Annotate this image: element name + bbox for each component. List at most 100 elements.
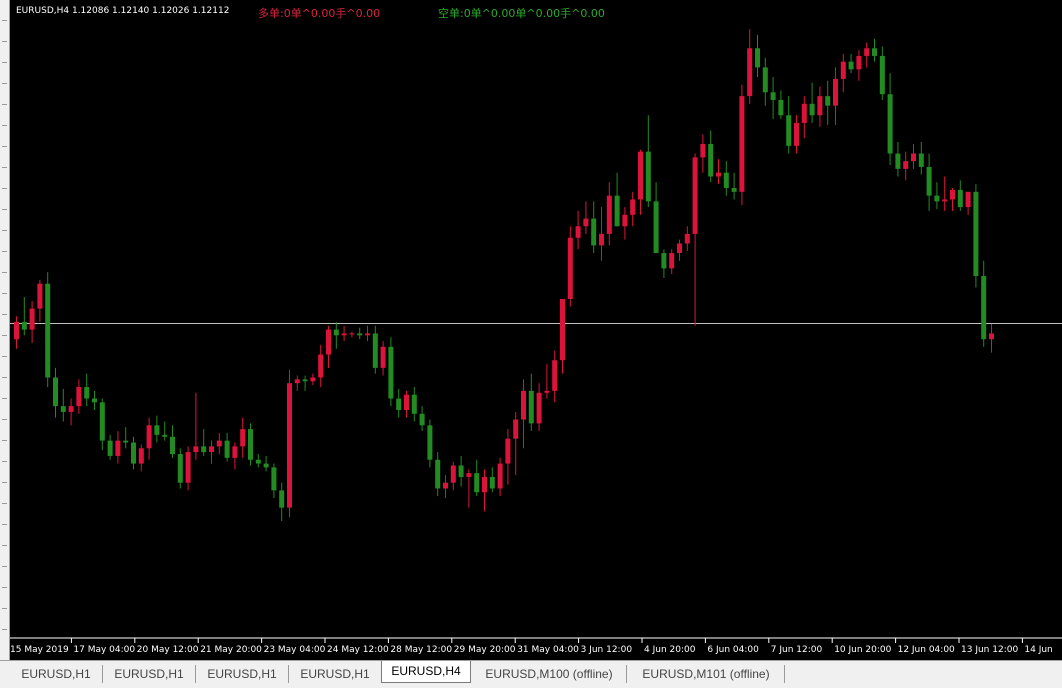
candle-body (170, 436, 175, 455)
x-axis-label: 7 Jun 12:00 (771, 645, 823, 655)
candle (37, 279, 43, 322)
candle-body (911, 153, 916, 162)
candle-body (731, 187, 737, 192)
candle (146, 417, 152, 460)
ruler-tick (2, 167, 7, 168)
candle-body (318, 354, 324, 378)
candle (817, 86, 823, 127)
candle (497, 457, 503, 497)
candle (76, 379, 82, 414)
tab-eurusd-h1-2[interactable]: EURUSD,H1 (103, 665, 196, 683)
x-axis-label: 24 May 12:00 (327, 645, 389, 655)
candle (60, 388, 66, 422)
candle (950, 187, 955, 211)
candle-body (14, 321, 19, 340)
candle (287, 369, 292, 518)
candle (552, 350, 558, 403)
candle-body (575, 226, 581, 238)
candle-body (505, 438, 511, 464)
candle (482, 469, 487, 512)
candle-body (489, 476, 495, 489)
candle-body (372, 333, 378, 368)
tab-eurusd-m100-offline[interactable]: EURUSD,M100 (offline) (472, 665, 627, 683)
candle (684, 226, 690, 252)
candle-body (723, 172, 729, 188)
candle-body (76, 387, 82, 407)
candle (864, 42, 870, 68)
candle (294, 375, 300, 391)
candle-body (770, 92, 776, 100)
candle-body (544, 390, 550, 393)
candle (14, 316, 19, 349)
candle-body (817, 96, 823, 116)
candle (926, 153, 932, 211)
candlestick-chart: 15 May 2019 17 May 04:00 20 May 12:00 21 Ma… (10, 29, 1062, 655)
candle-body (224, 440, 230, 458)
candle-body (216, 440, 222, 447)
candle (723, 161, 729, 196)
candle-body (918, 153, 924, 167)
candle (583, 201, 589, 234)
long-positions-info: 多单:0单^0.00手^0.00 (258, 7, 381, 20)
candle (661, 249, 667, 278)
chart-area[interactable]: 15 May 2019 17 May 04:00 20 May 12:00 21 Ma… (10, 0, 1062, 660)
candle (326, 325, 331, 368)
tab-eurusd-h4[interactable]: EURUSD,H4 (381, 661, 471, 683)
candle-body (294, 379, 300, 384)
candle (450, 461, 456, 491)
x-axis-label: 21 May 20:00 (200, 645, 262, 655)
candle-body (404, 394, 409, 410)
candle-body (653, 201, 659, 254)
candle (68, 398, 74, 426)
candle-body (622, 214, 628, 227)
candle (427, 419, 433, 468)
candle-body (739, 96, 745, 192)
candle (567, 226, 573, 307)
candle (591, 201, 597, 254)
ruler-tick (2, 104, 7, 105)
ruler-tick (2, 125, 7, 126)
candle-body (856, 55, 862, 70)
candle (887, 73, 893, 166)
ruler-tick (2, 440, 7, 441)
ruler-tick (2, 398, 7, 399)
candle-body (162, 434, 168, 437)
tab-eurusd-m101-offline[interactable]: EURUSD,M101 (offline) (628, 665, 785, 683)
candle (53, 367, 58, 418)
candle-body (177, 454, 183, 483)
candle-body (614, 195, 620, 227)
candle (92, 390, 97, 410)
candle-body (450, 465, 456, 483)
candle-body (365, 333, 370, 336)
x-axis-label: 17 May 04:00 (73, 645, 135, 655)
candle-body (583, 218, 589, 227)
candle-body (872, 48, 877, 56)
candle (185, 446, 191, 491)
candle-body (333, 329, 339, 336)
candle-body (131, 442, 136, 464)
ruler-tick (2, 566, 7, 567)
candle (856, 50, 862, 81)
candle-body (630, 199, 636, 215)
candle-body (567, 237, 573, 299)
x-axis-label: 3 Jun 12:00 (581, 645, 633, 655)
tab-eurusd-h1-4[interactable]: EURUSD,H1 (289, 665, 382, 683)
candle (107, 434, 113, 460)
candle-body (201, 446, 207, 453)
candle-body (60, 406, 66, 412)
ruler-tick (2, 524, 7, 525)
tab-eurusd-h1-1[interactable]: EURUSD,H1 (10, 665, 103, 683)
candle-body (341, 333, 347, 336)
candle-body (326, 329, 331, 355)
x-axis-label: 31 May 04:00 (517, 645, 579, 655)
candle (99, 398, 105, 451)
tab-eurusd-h1-3[interactable]: EURUSD,H1 (196, 665, 289, 683)
x-axis-label: 10 Jun 20:00 (834, 645, 891, 655)
candle-body (302, 379, 308, 382)
ruler-tick (2, 356, 7, 357)
candle (255, 454, 261, 468)
candle-body (99, 402, 105, 441)
candle (801, 96, 807, 139)
candle (411, 387, 417, 422)
candle-body (68, 406, 74, 412)
